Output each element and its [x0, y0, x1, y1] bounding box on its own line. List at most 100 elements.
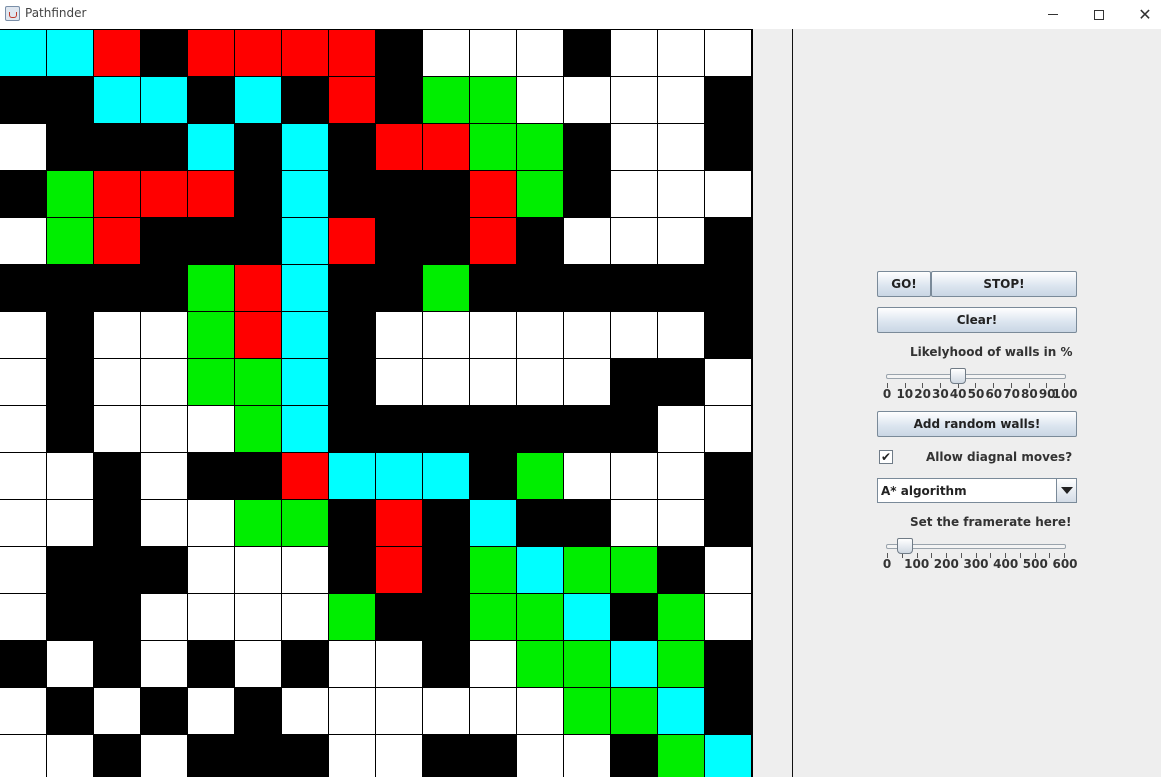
grid-cell-path[interactable] — [94, 77, 141, 124]
grid-cell-wall[interactable] — [423, 594, 470, 641]
grid-cell-wall[interactable] — [376, 594, 423, 641]
grid-cell-open[interactable] — [564, 688, 611, 735]
grid-cell-wall[interactable] — [282, 735, 329, 777]
grid-cell-empty[interactable] — [0, 688, 47, 735]
grid-cell-wall[interactable] — [141, 124, 188, 171]
grid-cell-empty[interactable] — [188, 594, 235, 641]
grid-cell-wall[interactable] — [705, 500, 752, 547]
grid-cell-empty[interactable] — [282, 547, 329, 594]
grid-cell-wall[interactable] — [0, 641, 47, 688]
grid-cell-path[interactable] — [611, 641, 658, 688]
grid-cell-path[interactable] — [705, 735, 752, 777]
grid-cell-wall[interactable] — [611, 265, 658, 312]
grid-cell-empty[interactable] — [611, 453, 658, 500]
grid-cell-empty[interactable] — [235, 547, 282, 594]
grid-cell-empty[interactable] — [141, 359, 188, 406]
grid-cell-path[interactable] — [282, 359, 329, 406]
grid-cell-path[interactable] — [564, 594, 611, 641]
grid-cell-wall[interactable] — [282, 77, 329, 124]
grid-cell-empty[interactable] — [329, 735, 376, 777]
grid-cell-closed[interactable] — [376, 500, 423, 547]
grid-cell-path[interactable] — [282, 124, 329, 171]
grid-cell-wall[interactable] — [188, 453, 235, 500]
grid-cell-wall[interactable] — [705, 688, 752, 735]
grid-cell-wall[interactable] — [329, 406, 376, 453]
grid-cell-empty[interactable] — [235, 641, 282, 688]
grid-cell-empty[interactable] — [423, 359, 470, 406]
grid-cell-empty[interactable] — [517, 735, 564, 777]
grid-cell-wall[interactable] — [235, 688, 282, 735]
grid-cell-path[interactable] — [0, 30, 47, 77]
grid-cell-empty[interactable] — [611, 77, 658, 124]
grid-cell-open[interactable] — [329, 594, 376, 641]
grid-cell-empty[interactable] — [611, 171, 658, 218]
grid-cell-empty[interactable] — [0, 312, 47, 359]
diagonal-moves-checkbox[interactable]: ✔ — [879, 450, 893, 464]
grid-cell-wall[interactable] — [705, 77, 752, 124]
grid-cell-wall[interactable] — [188, 735, 235, 777]
grid-cell-open[interactable] — [47, 218, 94, 265]
grid-cell-closed[interactable] — [423, 124, 470, 171]
grid-cell-closed[interactable] — [282, 453, 329, 500]
grid-cell-wall[interactable] — [423, 171, 470, 218]
algorithm-select[interactable]: A* algorithm — [877, 478, 1077, 503]
grid-cell-empty[interactable] — [611, 500, 658, 547]
grid-cell-wall[interactable] — [376, 218, 423, 265]
grid-cell-empty[interactable] — [0, 735, 47, 777]
grid-cell-wall[interactable] — [188, 218, 235, 265]
grid-cell-empty[interactable] — [470, 30, 517, 77]
grid-cell-wall[interactable] — [470, 453, 517, 500]
grid-cell-path[interactable] — [282, 218, 329, 265]
grid-cell-wall[interactable] — [0, 77, 47, 124]
grid-cell-wall[interactable] — [47, 594, 94, 641]
grid-cell-wall[interactable] — [47, 124, 94, 171]
grid-cell-wall[interactable] — [705, 453, 752, 500]
grid-cell-open[interactable] — [423, 265, 470, 312]
grid-cell-empty[interactable] — [141, 406, 188, 453]
grid-cell-wall[interactable] — [235, 453, 282, 500]
grid-cell-open[interactable] — [517, 171, 564, 218]
grid-cell-wall[interactable] — [564, 30, 611, 77]
grid-cell-empty[interactable] — [658, 30, 705, 77]
grid-cell-wall[interactable] — [611, 359, 658, 406]
grid-cell-empty[interactable] — [329, 688, 376, 735]
grid-cell-wall[interactable] — [564, 171, 611, 218]
pathfinding-grid[interactable] — [0, 29, 753, 777]
grid-cell-empty[interactable] — [376, 688, 423, 735]
grid-cell-closed[interactable] — [470, 218, 517, 265]
grid-cell-empty[interactable] — [611, 312, 658, 359]
grid-cell-open[interactable] — [517, 124, 564, 171]
grid-cell-wall[interactable] — [376, 171, 423, 218]
grid-cell-empty[interactable] — [517, 359, 564, 406]
grid-cell-path[interactable] — [282, 312, 329, 359]
grid-cell-empty[interactable] — [0, 594, 47, 641]
grid-cell-wall[interactable] — [423, 547, 470, 594]
grid-cell-empty[interactable] — [282, 688, 329, 735]
grid-cell-path[interactable] — [235, 77, 282, 124]
grid-cell-open[interactable] — [423, 77, 470, 124]
walls-slider-thumb[interactable] — [950, 368, 967, 384]
grid-cell-empty[interactable] — [0, 547, 47, 594]
grid-cell-wall[interactable] — [235, 735, 282, 777]
grid-cell-closed[interactable] — [235, 30, 282, 77]
grid-cell-empty[interactable] — [564, 77, 611, 124]
grid-cell-empty[interactable] — [376, 641, 423, 688]
grid-cell-open[interactable] — [470, 594, 517, 641]
grid-cell-empty[interactable] — [188, 688, 235, 735]
grid-cell-open[interactable] — [470, 124, 517, 171]
grid-cell-wall[interactable] — [470, 406, 517, 453]
grid-cell-empty[interactable] — [94, 359, 141, 406]
grid-cell-empty[interactable] — [705, 594, 752, 641]
grid-cell-closed[interactable] — [282, 30, 329, 77]
grid-cell-wall[interactable] — [423, 735, 470, 777]
grid-cell-wall[interactable] — [94, 735, 141, 777]
maximize-button[interactable] — [1076, 0, 1122, 29]
grid-cell-wall[interactable] — [423, 641, 470, 688]
grid-cell-empty[interactable] — [705, 30, 752, 77]
grid-cell-wall[interactable] — [188, 641, 235, 688]
grid-cell-closed[interactable] — [188, 30, 235, 77]
grid-cell-wall[interactable] — [423, 500, 470, 547]
grid-cell-path[interactable] — [517, 547, 564, 594]
grid-cell-path[interactable] — [470, 500, 517, 547]
grid-cell-empty[interactable] — [94, 312, 141, 359]
